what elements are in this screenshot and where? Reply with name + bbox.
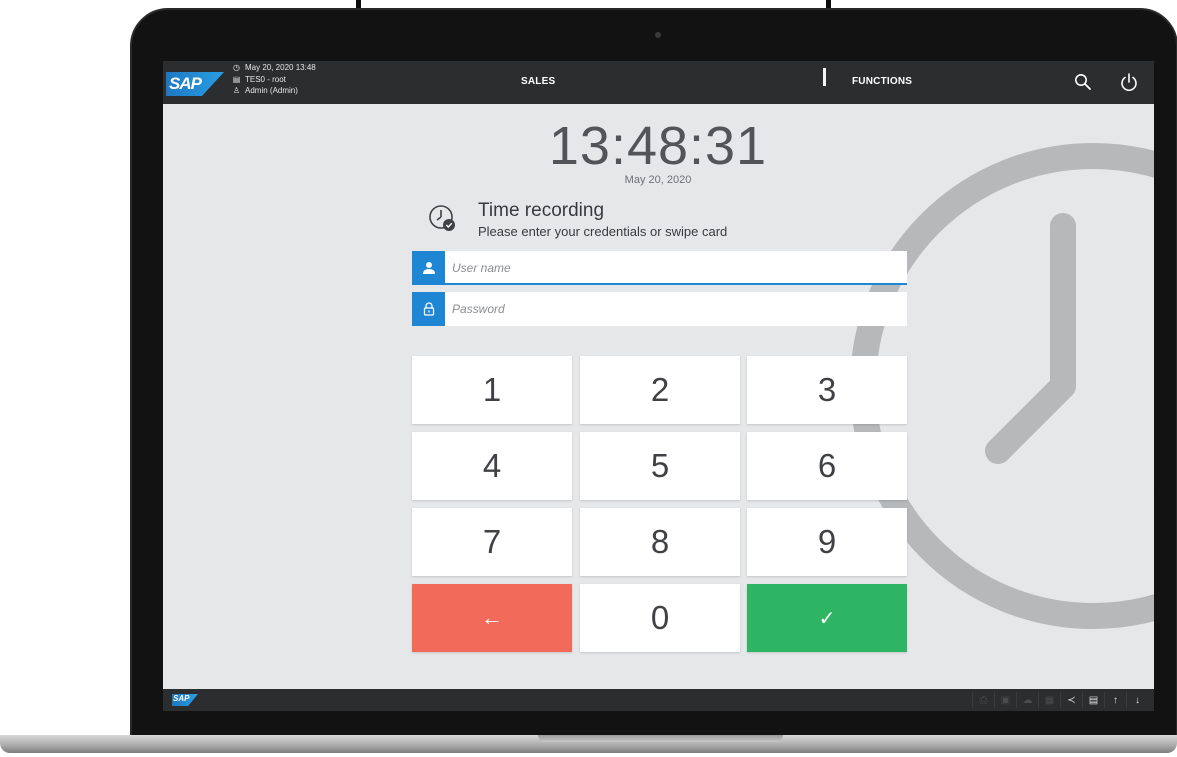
cloud-icon[interactable]: ☁ (1016, 692, 1038, 708)
nav-functions[interactable]: FUNCTIONS (852, 76, 912, 87)
key-8[interactable]: 8 (580, 508, 740, 576)
username-field (412, 251, 907, 285)
print-icon[interactable]: ⎙ (972, 692, 994, 708)
key-2[interactable]: 2 (580, 356, 740, 424)
nav-sales[interactable]: SALES (521, 76, 555, 87)
sap-logo-small: SAP (172, 694, 198, 706)
arrow-up-icon[interactable]: ↑ (1104, 692, 1126, 708)
app-screen: SAP ◷ May 20, 2020 13:48 ▤ TES0 - root ♙ Ad… (163, 61, 1154, 711)
laptop-base-notch (538, 735, 783, 742)
key-3[interactable]: 3 (747, 356, 907, 424)
arrow-down-icon[interactable]: ↓ (1126, 692, 1148, 708)
laptop-mockup: SAP ◷ May 20, 2020 13:48 ▤ TES0 - root ♙ Ad… (0, 0, 1177, 757)
confirm-button[interactable]: ✓ (747, 584, 907, 652)
search-icon[interactable] (1074, 73, 1092, 91)
key-7[interactable]: 7 (412, 508, 572, 576)
user-icon: ♙ (232, 86, 241, 95)
session-user: Admin (Admin) (245, 86, 298, 95)
status-icons: ⎙ ▣ ☁ ▦ ≺ ▤ ↑ ↓ (972, 692, 1148, 708)
power-icon[interactable] (1120, 72, 1138, 92)
terminal-icon: ▤ (232, 74, 241, 84)
top-bar: SAP ◷ May 20, 2020 13:48 ▤ TES0 - root ♙ Ad… (163, 61, 1154, 104)
session-terminal: TES0 - root (245, 74, 286, 84)
lock-icon[interactable]: ▣ (994, 692, 1016, 708)
current-date: May 20, 2020 (624, 174, 692, 186)
nav-divider (823, 68, 826, 86)
lock-icon (412, 292, 445, 326)
key-1[interactable]: 1 (412, 356, 572, 424)
session-info: ◷ May 20, 2020 13:48 ▤ TES0 - root ♙ Admin … (231, 62, 316, 97)
time-recording-icon (429, 205, 455, 231)
key-5[interactable]: 5 (580, 432, 740, 500)
session-datetime: May 20, 2020 13:48 (245, 63, 316, 72)
time-recording-title: Time recording (478, 200, 605, 221)
key-0[interactable]: 0 (580, 584, 740, 652)
password-field (412, 292, 907, 326)
backspace-button[interactable]: ← (412, 584, 572, 652)
key-9[interactable]: 9 (747, 508, 907, 576)
bottom-bar: SAP ⎙ ▣ ☁ ▦ ≺ ▤ ↑ ↓ (163, 689, 1154, 711)
username-input[interactable] (452, 251, 892, 285)
camera-dot (655, 32, 661, 38)
sap-logo[interactable]: SAP (166, 72, 224, 96)
time-recording-subtitle: Please enter your credentials or swipe c… (478, 224, 728, 239)
current-time: 13:48:31 (548, 116, 768, 176)
share-icon[interactable]: ≺ (1060, 692, 1082, 708)
user-icon (412, 251, 445, 285)
grid-icon[interactable]: ▦ (1038, 692, 1060, 708)
key-6[interactable]: 6 (747, 432, 907, 500)
key-4[interactable]: 4 (412, 432, 572, 500)
clock-icon: ◷ (233, 63, 240, 72)
password-input[interactable] (452, 292, 892, 326)
numeric-keypad: 1 2 3 4 5 6 7 8 9 ← 0 ✓ (412, 356, 907, 652)
database-icon[interactable]: ▤ (1082, 692, 1104, 708)
